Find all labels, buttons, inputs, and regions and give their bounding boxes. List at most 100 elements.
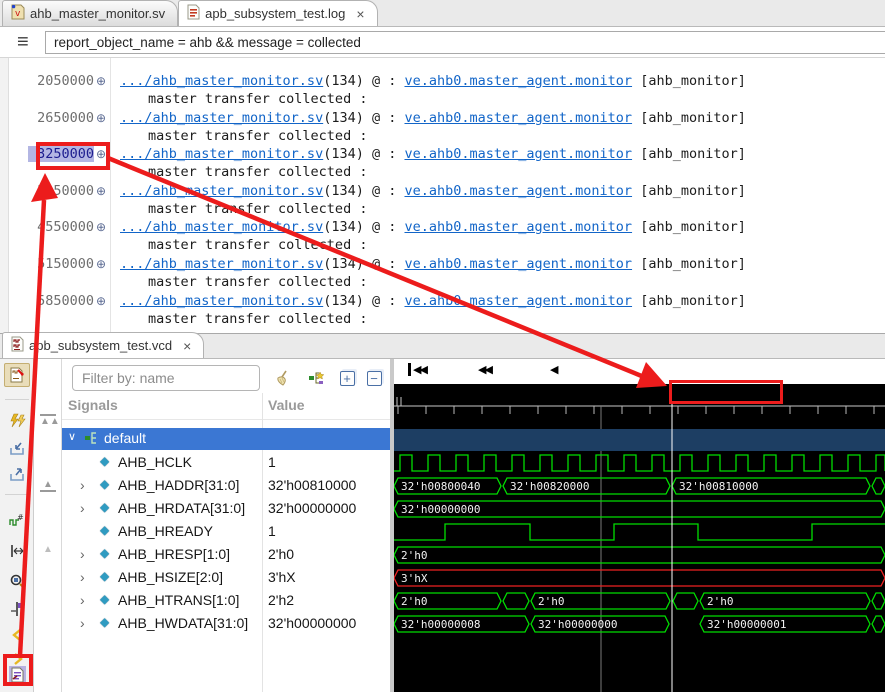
tab-ahb-master-monitor-sv[interactable]: v ahb_master_monitor.sv [2, 0, 178, 26]
signal-name: AHB_HSIZE[2:0] [118, 569, 223, 585]
close-tab-icon[interactable]: × [356, 6, 364, 22]
step-backward-icon[interactable]: ◀ [550, 363, 556, 376]
log-scope-link[interactable]: ve.ahb0.master_agent.monitor [404, 73, 632, 89]
expand-all-icon[interactable]: + [336, 367, 358, 389]
menu-icon[interactable]: ≡ [17, 31, 29, 54]
log-message: master transfer collected : [148, 311, 367, 327]
log-file-link[interactable]: .../ahb_master_monitor.sv [120, 146, 323, 162]
signal-diamond-icon: ◆ [100, 592, 109, 606]
expander-icon[interactable]: › [80, 500, 85, 516]
signal-radix-icon[interactable]: # [4, 509, 30, 533]
expander-icon[interactable]: › [80, 592, 85, 608]
log-message: master transfer collected : [148, 201, 367, 217]
expand-entry-icon[interactable]: ⊕ [96, 147, 106, 161]
signal-row-ahb-haddr310[interactable]: ›◆AHB_HADDR[31:0]32'h00810000 [62, 476, 390, 498]
chevron-down-icon[interactable]: ∨ [68, 430, 76, 443]
expander-icon[interactable]: › [80, 477, 85, 493]
scroll-up-page-icon[interactable]: ▲ [40, 479, 56, 492]
signals-column-header: Signals [68, 397, 118, 413]
collapse-all-icon[interactable]: − [363, 367, 385, 389]
cursor-marker-icon[interactable] [4, 597, 30, 621]
expand-entry-icon[interactable]: ⊕ [96, 111, 106, 125]
tab-label: apb_subsystem_test.log [205, 6, 345, 21]
export-signals-icon[interactable] [4, 463, 30, 487]
group-label: default [104, 430, 146, 446]
wave-nav-toolbar: ◀◀ ◀◀ ◀ [394, 359, 885, 384]
wave-jump-strip: ▲▲ ▲ ▲ [34, 359, 62, 692]
log-file-link[interactable]: .../ahb_master_monitor.sv [120, 256, 323, 272]
log-message: master transfer collected : [148, 237, 367, 253]
signal-row-ahb-hready[interactable]: ◆AHB_HREADY1 [62, 522, 390, 544]
log-timestamp[interactable]: 5150000 [28, 256, 94, 272]
log-scope-link[interactable]: ve.ahb0.master_agent.monitor [404, 146, 632, 162]
svg-text:2'h0: 2'h0 [538, 595, 565, 608]
tab-apb-subsystem-test-log[interactable]: apb_subsystem_test.log × [178, 0, 377, 26]
signal-group-row-default[interactable]: ∨ default [62, 428, 390, 450]
signal-value: 2'h2 [268, 592, 294, 608]
log-timestamp[interactable]: 3950000 [28, 183, 94, 199]
signal-row-ahb-hrdata310[interactable]: ›◆AHB_HRDATA[31:0]32'h00000000 [62, 499, 390, 521]
expander-icon[interactable]: › [80, 569, 85, 585]
log-file-link[interactable]: .../ahb_master_monitor.sv [120, 183, 323, 199]
value-column-header: Value [268, 397, 305, 413]
expander-icon[interactable]: › [80, 546, 85, 562]
log-location: (134) @ : [323, 183, 404, 199]
expand-entry-icon[interactable]: ⊕ [96, 220, 106, 234]
log-timestamp[interactable]: 5850000 [28, 293, 94, 309]
log-scope-link[interactable]: ve.ahb0.master_agent.monitor [404, 183, 632, 199]
log-timestamp[interactable]: 2050000 [28, 73, 94, 89]
zoom-selection-icon[interactable] [4, 569, 30, 593]
log-timestamp[interactable]: 4550000 [28, 219, 94, 235]
signal-name: AHB_HRESP[1:0] [118, 546, 230, 562]
expand-entry-icon[interactable]: ⊕ [96, 294, 106, 308]
log-file-link[interactable]: .../ahb_master_monitor.sv [120, 110, 323, 126]
signal-row-ahb-hresp10[interactable]: ›◆AHB_HRESP[1:0]2'h0 [62, 545, 390, 567]
log-location: (134) @ : [323, 146, 404, 162]
log-scope-link[interactable]: ve.ahb0.master_agent.monitor [404, 293, 632, 309]
log-entry: 4550000⊕.../ahb_master_monitor.sv(134) @… [0, 219, 885, 256]
signal-row-ahb-hsize20[interactable]: ›◆AHB_HSIZE[2:0]3'hX [62, 568, 390, 590]
log-timestamp[interactable]: 2650000 [28, 110, 94, 126]
log-scope-link[interactable]: ve.ahb0.master_agent.monitor [404, 110, 632, 126]
log-file-link[interactable]: .../ahb_master_monitor.sv [120, 73, 323, 89]
wave-tabbar: apb_subsystem_test.vcd × [0, 334, 885, 359]
close-tab-icon[interactable]: × [183, 338, 191, 354]
log-scope-link[interactable]: ve.ahb0.master_agent.monitor [404, 256, 632, 272]
log-file-link[interactable]: .../ahb_master_monitor.sv [120, 293, 323, 309]
log-timestamp[interactable]: 3250000 [28, 146, 94, 162]
link-with-log-button[interactable] [4, 663, 30, 687]
log-filter-input[interactable] [45, 31, 885, 54]
expand-entry-icon[interactable]: ⊕ [96, 184, 106, 198]
measure-interval-icon[interactable] [4, 539, 30, 563]
log-scope-link[interactable]: ve.ahb0.master_agent.monitor [404, 219, 632, 235]
clear-filter-broom-icon[interactable] [272, 367, 294, 389]
expand-entry-icon[interactable]: ⊕ [96, 74, 106, 88]
compare-waves-icon[interactable] [4, 409, 30, 433]
signal-row-ahb-hwdata310[interactable]: ›◆AHB_HWDATA[31:0]32'h00000000 [62, 614, 390, 636]
previous-marker-icon[interactable] [4, 623, 30, 647]
go-to-start-icon[interactable]: ◀◀ [408, 363, 426, 376]
signal-diamond-icon: ◆ [100, 546, 109, 560]
signal-row-ahb-hclk[interactable]: ◆AHB_HCLK1 [62, 453, 390, 475]
tab-label: ahb_master_monitor.sv [30, 6, 165, 21]
log-filter-row: ≡ [0, 27, 885, 58]
scroll-to-top-icon[interactable]: ▲▲ [40, 414, 56, 427]
signal-filter-input[interactable] [72, 365, 260, 391]
log-file-link[interactable]: .../ahb_master_monitor.sv [120, 219, 323, 235]
expand-entry-icon[interactable]: ⊕ [96, 257, 106, 271]
log-area[interactable]: 2050000⊕.../ahb_master_monitor.sv(134) @… [0, 58, 885, 333]
tab-apb-subsystem-test-vcd[interactable]: apb_subsystem_test.vcd × [2, 332, 204, 358]
fast-backward-icon[interactable]: ◀◀ [478, 363, 491, 376]
scroll-up-icon[interactable]: ▲ [40, 544, 56, 555]
log-tag: [ahb_monitor] [632, 73, 746, 89]
signal-name: AHB_HWDATA[31:0] [118, 615, 248, 631]
log-tag: [ahb_monitor] [632, 110, 746, 126]
import-signals-icon[interactable] [4, 437, 30, 461]
expander-icon[interactable]: › [80, 615, 85, 631]
show-hierarchy-icon[interactable] [306, 367, 328, 389]
signal-diamond-icon: ◆ [100, 615, 109, 629]
waveform-canvas[interactable]: 32'h0080004032'h0082000032'h0081000032'h… [394, 384, 885, 692]
edit-waveform-button[interactable] [4, 363, 30, 387]
log-message: master transfer collected : [148, 128, 367, 144]
signal-row-ahb-htrans10[interactable]: ›◆AHB_HTRANS[1:0]2'h2 [62, 591, 390, 613]
